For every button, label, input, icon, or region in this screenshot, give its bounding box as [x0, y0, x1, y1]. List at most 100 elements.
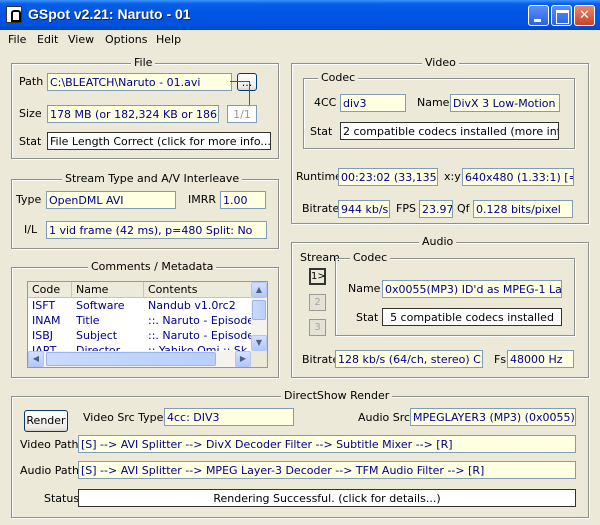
size-label: Size [19, 107, 42, 120]
type-field[interactable]: OpenDML AVI [46, 191, 176, 209]
stream-1-button[interactable]: 1> [309, 268, 326, 285]
maximize-button[interactable] [551, 5, 572, 26]
audio-bitrate-label: Bitrate [302, 353, 340, 366]
stream-type-group: Stream Type and A/V Interleave Type Open… [11, 172, 279, 249]
qf-field[interactable]: 0.128 bits/pixel [473, 200, 573, 218]
menu-file[interactable]: File [8, 33, 26, 46]
connector-line [249, 81, 250, 105]
render-button[interactable]: Render [24, 410, 68, 432]
column-header-code[interactable]: Code [28, 282, 72, 298]
list-row[interactable]: ISFT Software Nandub v1.0rc2 [28, 299, 253, 314]
video-group: Video Codec 4CC div3 Name DivX 3 Low-Mot… [291, 56, 589, 224]
row-contents: ::. Naruto - Episode . [148, 314, 262, 327]
video-src-type-field[interactable]: 4cc: DIV3 [164, 408, 294, 426]
directshow-render-title: DirectShow Render [281, 389, 393, 402]
row-name: Title [76, 314, 100, 327]
row-contents: ::. Naruto - Episode . [148, 329, 262, 342]
close-button[interactable]: ✕ [574, 5, 595, 26]
audio-name-field[interactable]: 0x0055(MP3) ID'd as MPEG-1 Lay [382, 280, 562, 298]
fps-field[interactable]: 23.97 [419, 200, 453, 218]
audio-group: Audio Stream 1> 2 3 Codec Name 0x0055(MP… [291, 235, 589, 378]
fps-label: FPS [396, 202, 416, 215]
xy-label: x:y [444, 170, 461, 183]
fourcc-label: 4CC [314, 96, 337, 109]
audio-codec-title: Codec [350, 251, 391, 264]
scroll-up-icon[interactable]: ▲ [251, 282, 267, 298]
vertical-scrollbar[interactable]: ▲ ▼ [251, 282, 267, 351]
scroll-thumb[interactable] [46, 352, 216, 366]
runtime-field[interactable]: 00:23:02 (33,135 fr [338, 168, 438, 186]
stat-label: Stat [19, 135, 42, 148]
video-group-title: Video [422, 56, 459, 69]
menu-bar: File Edit View Options Help [0, 30, 600, 50]
video-name-field[interactable]: DivX 3 Low-Motion [450, 94, 560, 112]
render-status-button[interactable]: Rendering Successful. (click for details… [78, 489, 576, 507]
column-header-name[interactable]: Name [72, 282, 144, 298]
file-group-title: File [131, 56, 156, 69]
row-name: Software [76, 299, 125, 312]
minimize-button[interactable] [528, 5, 549, 26]
status-label: Status [44, 492, 80, 505]
directshow-render-group: DirectShow Render Render Video Src Type … [11, 389, 589, 518]
list-header: Code Name Contents [28, 282, 253, 298]
video-src-type-label: Video Src Type [83, 411, 164, 424]
video-stat-label: Stat [310, 125, 333, 138]
list-row[interactable]: INAM Title ::. Naruto - Episode . [28, 314, 261, 329]
connector-line [230, 81, 250, 82]
qf-label: Qf [457, 202, 470, 215]
column-header-contents[interactable]: Contents [144, 282, 253, 298]
scroll-down-icon[interactable]: ▼ [251, 335, 267, 351]
scroll-thumb[interactable] [252, 300, 266, 320]
menu-edit[interactable]: Edit [37, 33, 58, 46]
file-stat-button[interactable]: File Length Correct (click for more info… [47, 132, 271, 150]
path-field[interactable]: C:\BLEATCH\Naruto - 01.avi [47, 73, 232, 91]
size-field[interactable]: 178 MB (or 182,324 KB or 186,69 [47, 105, 219, 123]
type-label: Type [16, 193, 42, 206]
audio-group-title: Audio [419, 235, 457, 248]
comments-list[interactable]: Code Name Contents ISFT Software Nandub … [27, 281, 268, 368]
path-label: Path [19, 75, 44, 88]
horizontal-scrollbar[interactable]: ◀ ▶ [28, 351, 251, 367]
fs-field[interactable]: 48000 Hz [507, 350, 574, 368]
list-row[interactable]: ISBJ Subject ::. Naruto - Episode . [28, 329, 261, 344]
audio-stat-button[interactable]: 5 compatible codecs installed [382, 308, 562, 326]
menu-view[interactable]: View [68, 33, 94, 46]
browse-button[interactable]: ... [237, 73, 257, 91]
audio-stat-label: Stat [356, 311, 379, 324]
file-group: File Path C:\BLEATCH\Naruto - 01.avi ...… [11, 56, 279, 159]
menu-options[interactable]: Options [105, 33, 147, 46]
xy-field[interactable]: 640x480 (1.33:1) [=4: [462, 168, 574, 186]
audio-src-field[interactable]: MPEGLAYER3 (MP3) (0x0055) [410, 408, 576, 426]
video-codec-group: Codec 4CC div3 Name DivX 3 Low-Motion St… [303, 71, 575, 149]
video-codec-title: Codec [318, 71, 359, 84]
il-field[interactable]: 1 vid frame (42 ms), p=480 Split: No [46, 221, 267, 239]
scroll-right-icon[interactable]: ▶ [235, 351, 251, 367]
video-path-field[interactable]: [S] --> AVI Splitter --> DivX Decoder Fi… [78, 435, 576, 453]
title-bar: GSpot v2.21: Naruto - 01 ✕ [0, 0, 600, 30]
fs-label: Fs [494, 353, 507, 366]
runtime-label: Runtime [296, 170, 342, 183]
row-name: Subject [76, 329, 118, 342]
audio-name-label: Name [348, 282, 381, 295]
imrr-field[interactable]: 1.00 [220, 191, 266, 209]
audio-path-label: Audio Path [20, 464, 79, 477]
stream-type-title: Stream Type and A/V Interleave [62, 172, 243, 185]
row-code: INAM [32, 314, 61, 327]
scroll-left-icon[interactable]: ◀ [28, 351, 44, 367]
audio-bitrate-field[interactable]: 128 kb/s (64/ch, stereo) CB [335, 350, 483, 368]
window-title: GSpot v2.21: Naruto - 01 [28, 6, 191, 22]
stream-3-button[interactable]: 3 [309, 319, 326, 336]
video-stat-button[interactable]: 2 compatible codecs installed (more info… [340, 122, 559, 140]
fourcc-field[interactable]: div3 [340, 94, 406, 112]
row-contents: Nandub v1.0rc2 [148, 299, 236, 312]
app-icon[interactable] [6, 6, 22, 23]
stream-2-button[interactable]: 2 [309, 294, 326, 311]
menu-help[interactable]: Help [156, 33, 181, 46]
video-name-label: Name [417, 96, 450, 109]
part-field: 1/1 [227, 105, 257, 123]
scroll-corner [251, 351, 267, 367]
video-bitrate-field[interactable]: 944 kb/s [338, 200, 390, 218]
audio-path-field[interactable]: [S] --> AVI Splitter --> MPEG Layer-3 De… [78, 461, 576, 479]
audio-codec-group: Codec Name 0x0055(MP3) ID'd as MPEG-1 La… [335, 251, 575, 336]
comments-group: Comments / Metadata Code Name Contents I… [11, 260, 279, 378]
